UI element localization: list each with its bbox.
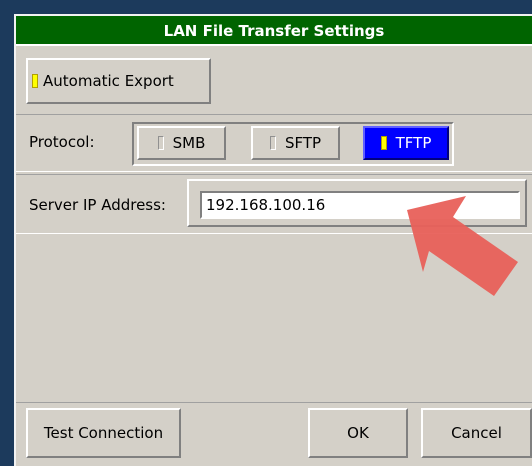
pointer-arrow-icon [407, 196, 518, 296]
